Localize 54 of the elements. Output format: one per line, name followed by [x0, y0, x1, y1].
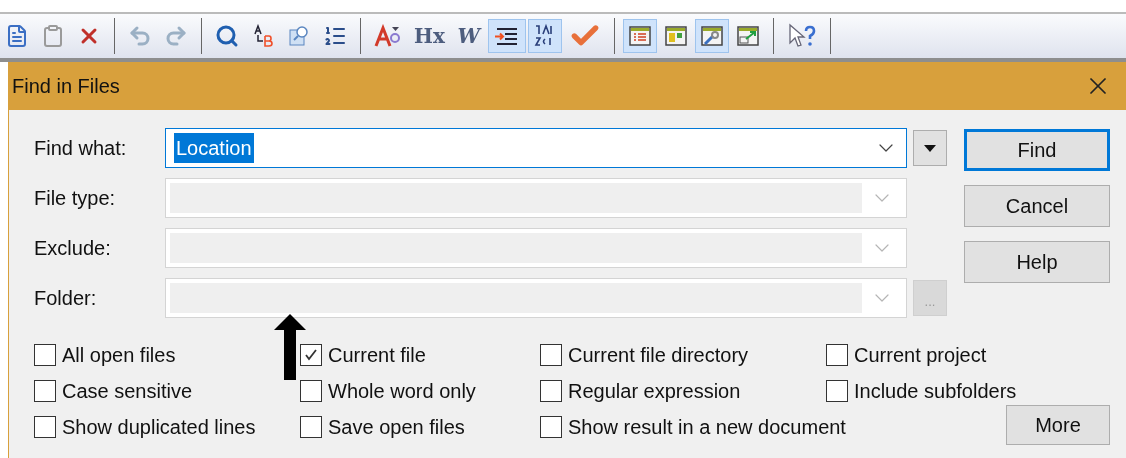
checkbox[interactable]	[540, 344, 562, 366]
toolbar-button[interactable]: W	[451, 19, 486, 53]
checkbox[interactable]	[300, 416, 322, 438]
document-icon	[5, 24, 29, 48]
field-label: File type:	[34, 186, 117, 211]
combo-field[interactable]: Location	[165, 128, 907, 168]
checkbox[interactable]	[300, 380, 322, 402]
redo-icon	[164, 24, 188, 48]
checkbox-label: Current file	[328, 343, 426, 368]
list-window-icon	[627, 24, 652, 48]
checkbox-label: Show result in a new document	[568, 415, 846, 440]
checkbox-label: All open files	[62, 343, 176, 368]
checkbox[interactable]	[826, 380, 848, 402]
checkbox-label: Include subfolders	[854, 379, 1017, 404]
undo-icon	[128, 24, 152, 48]
checkbox[interactable]	[34, 344, 56, 366]
find-files-icon	[287, 24, 311, 48]
field-label: Exclude:	[34, 236, 112, 261]
checkbox[interactable]	[826, 344, 848, 366]
wordwrap-glyph-icon: W	[457, 24, 481, 48]
checkbox[interactable]	[540, 380, 562, 402]
field-label: Find what:	[34, 136, 128, 161]
checkbox[interactable]	[540, 416, 562, 438]
tool-window-icon	[699, 24, 724, 48]
checkbox[interactable]	[34, 380, 56, 402]
more-button[interactable]: More	[1006, 405, 1110, 445]
checkbox-label: Current project	[854, 343, 987, 368]
checkmark-icon	[303, 347, 319, 363]
search-icon	[215, 24, 239, 48]
dialog-button[interactable]: Help	[964, 241, 1110, 283]
numbered-list-icon	[323, 24, 347, 48]
toolbar-button[interactable]	[527, 19, 562, 53]
dialog-button[interactable]: Cancel	[964, 185, 1110, 227]
dialog-title: Find in Files	[12, 74, 120, 99]
font-icon	[374, 24, 402, 48]
replace-icon	[251, 24, 275, 48]
help-cursor-icon	[786, 23, 817, 49]
dropdown-button[interactable]	[913, 130, 947, 166]
checkbox-label: Current file directory	[568, 343, 749, 368]
checkbox-label: Case sensitive	[62, 379, 193, 404]
dialog-button[interactable]: Find	[964, 129, 1110, 171]
toolbar-button[interactable]	[487, 19, 526, 53]
checkbox-label: Show duplicated lines	[62, 415, 256, 440]
caret-icon	[924, 144, 936, 152]
checkbox-label: Whole word only	[328, 379, 476, 404]
clipboard-icon	[41, 24, 65, 48]
field-label: Folder:	[34, 286, 98, 311]
checkbox-label: Regular expression	[568, 379, 741, 404]
arrow-annotation	[272, 314, 308, 380]
export-window-icon	[735, 24, 760, 48]
checkbox[interactable]	[34, 416, 56, 438]
panel-window-icon	[663, 24, 688, 48]
checkbox-label: Save open files	[328, 415, 465, 440]
checkbox[interactable]	[300, 344, 322, 366]
